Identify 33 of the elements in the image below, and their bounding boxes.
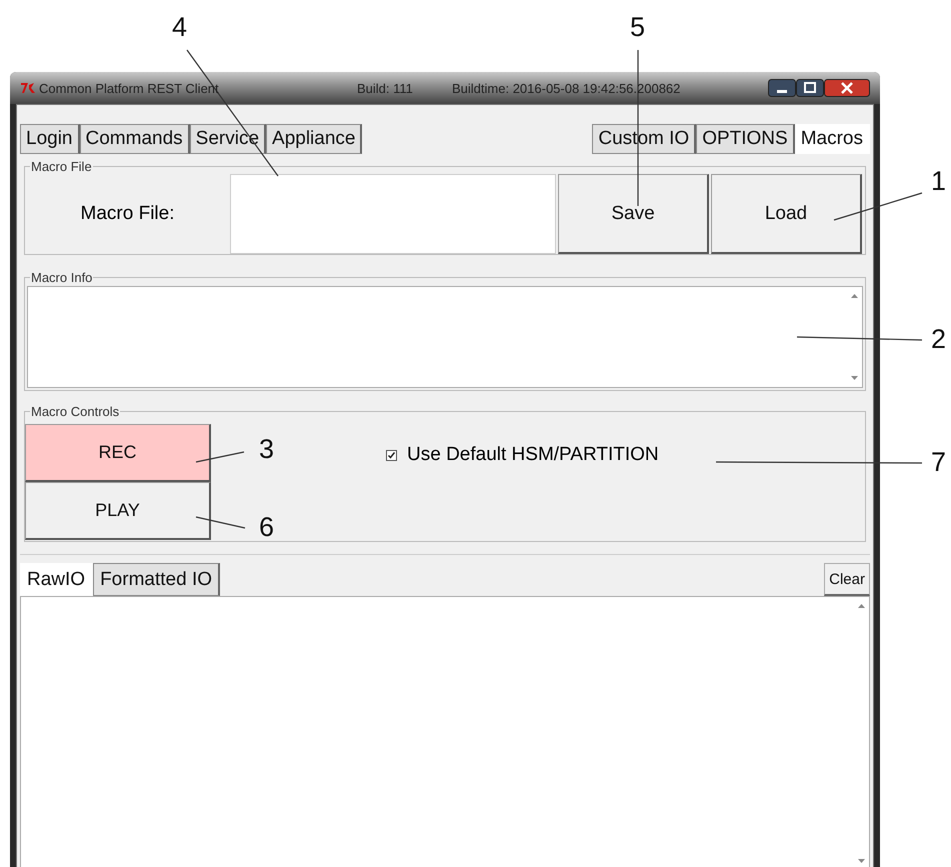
callout-number: 2	[931, 326, 946, 353]
clear-button[interactable]: Clear	[824, 563, 870, 596]
callout-number: 6	[259, 514, 274, 541]
input-field[interactable]	[230, 174, 556, 254]
tab[interactable]: Commands	[80, 124, 190, 154]
callout-number: 4	[172, 14, 188, 41]
tab[interactable]: Appliance	[266, 124, 362, 154]
maximize-icon[interactable]	[796, 79, 824, 97]
group-label: Macro Controls	[30, 404, 120, 419]
callout-number: 1	[931, 168, 946, 195]
checkbox-label: Use Default HSM/PARTITION	[407, 444, 659, 466]
file-button[interactable]: Save	[558, 174, 709, 254]
app-icon	[20, 82, 36, 94]
tab[interactable]: OPTIONS	[696, 124, 795, 154]
leader-line	[196, 516, 246, 529]
callout-number: 3	[259, 436, 274, 463]
group-label: Macro Info	[30, 270, 94, 285]
tab[interactable]: RawIO	[20, 563, 94, 596]
leader-line	[196, 451, 244, 463]
macro-button[interactable]: REC	[25, 424, 211, 482]
minimize-icon[interactable]	[768, 79, 796, 97]
file-button[interactable]: Load	[711, 174, 862, 254]
build-number: Build: 111	[357, 80, 414, 96]
callout-number: 7	[931, 449, 946, 476]
close-icon[interactable]	[824, 79, 870, 97]
checkbox[interactable]	[386, 450, 397, 460]
tab[interactable]: Formatted IO	[93, 563, 220, 596]
callout-number: 5	[630, 14, 646, 41]
tab[interactable]: Macros	[794, 124, 870, 154]
group-label: Macro File	[30, 159, 93, 174]
macro-button[interactable]: PLAY	[25, 482, 211, 540]
tab[interactable]: Login	[20, 124, 80, 154]
field-label: Macro File:	[80, 202, 176, 226]
